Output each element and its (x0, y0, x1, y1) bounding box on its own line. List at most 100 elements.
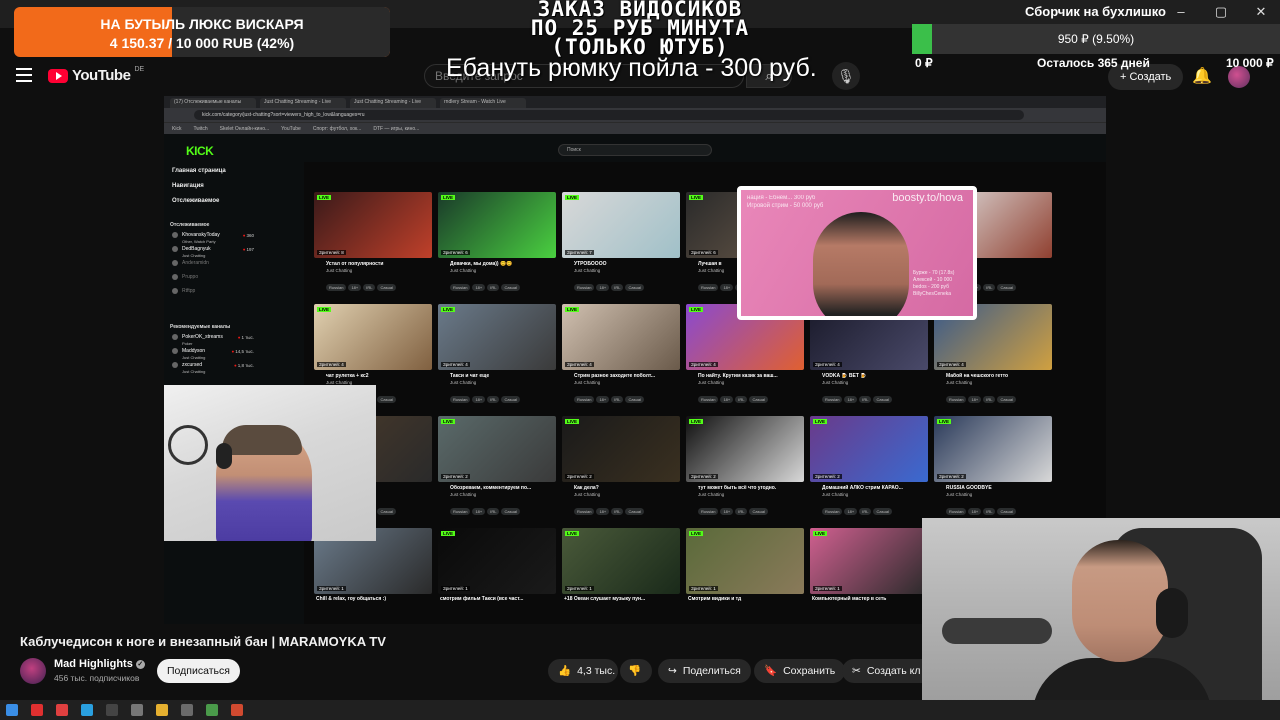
sidebar-channel[interactable]: PokerOK_streams 1 тыс. (172, 334, 254, 340)
settings-icon[interactable] (131, 704, 143, 716)
tag-chip[interactable]: Casual (749, 396, 768, 403)
stream-thumbnail[interactable]: LIVE Зрителей: 1 (686, 528, 804, 594)
stream-category[interactable]: Just Chatting (946, 380, 1058, 385)
tag-chip[interactable]: IRL (983, 284, 996, 291)
sidebar-channel[interactable]: Anderamidn (172, 260, 254, 266)
browser-tab[interactable]: Just Chatting Streaming - Live (350, 98, 436, 108)
stream-title[interactable]: VODKA 🍺 BET 🍺 (822, 373, 934, 379)
tag-chip[interactable]: Russian (946, 508, 967, 515)
tag-chip[interactable]: Casual (997, 396, 1016, 403)
stream-category[interactable]: Just Chatting (698, 380, 810, 385)
tag-chip[interactable]: Casual (501, 284, 520, 291)
stream-category[interactable]: Just Chatting (450, 380, 562, 385)
share-button[interactable]: ↪ Поделиться (658, 659, 751, 683)
yandex-browser-icon[interactable] (56, 704, 68, 716)
tag-chip[interactable]: Casual (501, 508, 520, 515)
stream-category[interactable]: Just Chatting (450, 268, 562, 273)
tag-chip[interactable]: 18+ (720, 396, 734, 403)
stream-title[interactable]: Девачки, мы дома)) 😊😊 (450, 261, 562, 267)
tag-chip[interactable]: IRL (487, 508, 500, 515)
minimize-icon[interactable]: – (1172, 4, 1190, 20)
tag-chip[interactable]: Casual (749, 508, 768, 515)
stream-category[interactable]: Just Chatting (574, 268, 686, 273)
tag-chip[interactable]: 18+ (348, 284, 362, 291)
browser-url-field[interactable]: kick.com/category/just-chatting?sort=vie… (194, 110, 1024, 120)
save-button[interactable]: 🔖 Сохранить (754, 659, 846, 683)
tag-chip[interactable]: Russian (326, 284, 347, 291)
tag-chip[interactable]: IRL (859, 508, 872, 515)
stream-title[interactable]: Стрим разное заходите поболт... (574, 373, 686, 379)
tag-chip[interactable]: Casual (873, 508, 892, 515)
tag-chip[interactable]: Casual (377, 284, 396, 291)
nav-following[interactable]: Отслеживаемое (172, 198, 219, 204)
like-button[interactable]: 👍 4,3 тыс. (548, 659, 618, 683)
yandex-icon[interactable] (31, 704, 43, 716)
sidebar-channel[interactable]: KhovanskyToday 360 (172, 232, 254, 238)
stream-category[interactable]: Just Chatting (946, 492, 1058, 497)
explorer-icon[interactable] (156, 704, 168, 716)
stream-category[interactable]: Just Chatting (574, 492, 686, 497)
telegram-icon[interactable] (81, 704, 93, 716)
tag-chip[interactable]: Russian (574, 396, 595, 403)
nav-home[interactable]: Главная страница (172, 168, 226, 174)
stream-title[interactable]: тут может быть всё что угодно. (698, 485, 810, 491)
tag-chip[interactable]: IRL (611, 284, 624, 291)
stream-category[interactable]: Just Chatting (450, 492, 562, 497)
bookmark-item[interactable]: DTF — игры, кино... (373, 126, 419, 132)
tag-chip[interactable]: 18+ (844, 396, 858, 403)
tag-chip[interactable]: IRL (611, 508, 624, 515)
tag-chip[interactable]: 18+ (844, 508, 858, 515)
kick-search-input[interactable]: Поиск (558, 144, 712, 156)
stream-title[interactable]: Компьютерный мастер в сеть (812, 596, 924, 602)
bookmark-item[interactable]: Kick (172, 126, 181, 132)
stream-thumbnail[interactable]: LIVE Зрителей: 2 (686, 416, 804, 482)
tag-chip[interactable]: Russian (574, 508, 595, 515)
tag-chip[interactable]: Casual (625, 396, 644, 403)
bookmark-item[interactable]: Спорт: футбол, хок... (313, 126, 362, 132)
tag-chip[interactable]: IRL (859, 396, 872, 403)
kick-logo[interactable]: KICK (186, 144, 214, 158)
stream-category[interactable]: Just Chatting (822, 492, 934, 497)
stream-title[interactable]: Смотрим видики и тд (688, 596, 800, 602)
channel-avatar[interactable] (20, 658, 46, 684)
stream-title[interactable]: Chill & relax, гоу общаться :) (316, 596, 428, 602)
app-icon-2[interactable] (206, 704, 218, 716)
bookmark-item[interactable]: YouTube (281, 126, 301, 132)
browser-tab[interactable]: Just Chatting Streaming - Live (260, 98, 346, 108)
sidebar-channel[interactable]: Maddyson 14,5 тыс. (172, 348, 254, 354)
stream-thumbnail[interactable]: LIVE Зрителей: 2 (438, 416, 556, 482)
stream-title[interactable]: чат рулетка + кс2 (326, 373, 438, 379)
sidebar-channel[interactable]: Pruppo (172, 274, 254, 280)
channel-name[interactable]: Mad Highlights ✓ (54, 658, 145, 670)
windows-icon[interactable] (6, 704, 18, 716)
stream-title[interactable]: УТРОБОООО (574, 261, 686, 267)
stream-category[interactable]: Just Chatting (326, 268, 438, 273)
tag-chip[interactable]: IRL (735, 508, 748, 515)
tag-chip[interactable]: 18+ (720, 508, 734, 515)
tag-chip[interactable]: 18+ (596, 396, 610, 403)
tag-chip[interactable]: Russian (698, 284, 719, 291)
tag-chip[interactable]: Casual (997, 284, 1016, 291)
maximize-icon[interactable]: ▢ (1212, 4, 1230, 20)
browser-tab[interactable]: rndlery Stream - Watch Live (440, 98, 526, 108)
stream-title[interactable]: Мабой на чешского гетто (946, 373, 1058, 379)
youtube-logo[interactable]: YouTube DE (48, 66, 144, 84)
sidebar-channel[interactable]: Rtftpp (172, 288, 254, 294)
tag-chip[interactable]: Russian (822, 508, 843, 515)
tag-chip[interactable]: 18+ (472, 396, 486, 403)
obs-icon[interactable] (106, 704, 118, 716)
tag-chip[interactable]: Casual (873, 396, 892, 403)
tag-chip[interactable]: Russian (698, 508, 719, 515)
stream-thumbnail[interactable]: LIVE Зрителей: 1 (810, 528, 928, 594)
stream-category[interactable]: Just Chatting (698, 492, 810, 497)
close-icon[interactable]: ✕ (1252, 4, 1270, 20)
stream-title[interactable]: Домашний АЛКО стрим КАРАО... (822, 485, 934, 491)
stream-title[interactable]: По найту. Крутим казик за ваш... (698, 373, 810, 379)
tag-chip[interactable]: 18+ (968, 508, 982, 515)
tag-chip[interactable]: 18+ (472, 508, 486, 515)
stream-title[interactable]: +18 Океан слушает музыку пун... (564, 596, 676, 602)
tag-chip[interactable]: IRL (735, 396, 748, 403)
tag-chip[interactable]: IRL (363, 284, 376, 291)
tag-chip[interactable]: Russian (450, 284, 471, 291)
subscribe-button[interactable]: Подписаться (157, 659, 240, 683)
